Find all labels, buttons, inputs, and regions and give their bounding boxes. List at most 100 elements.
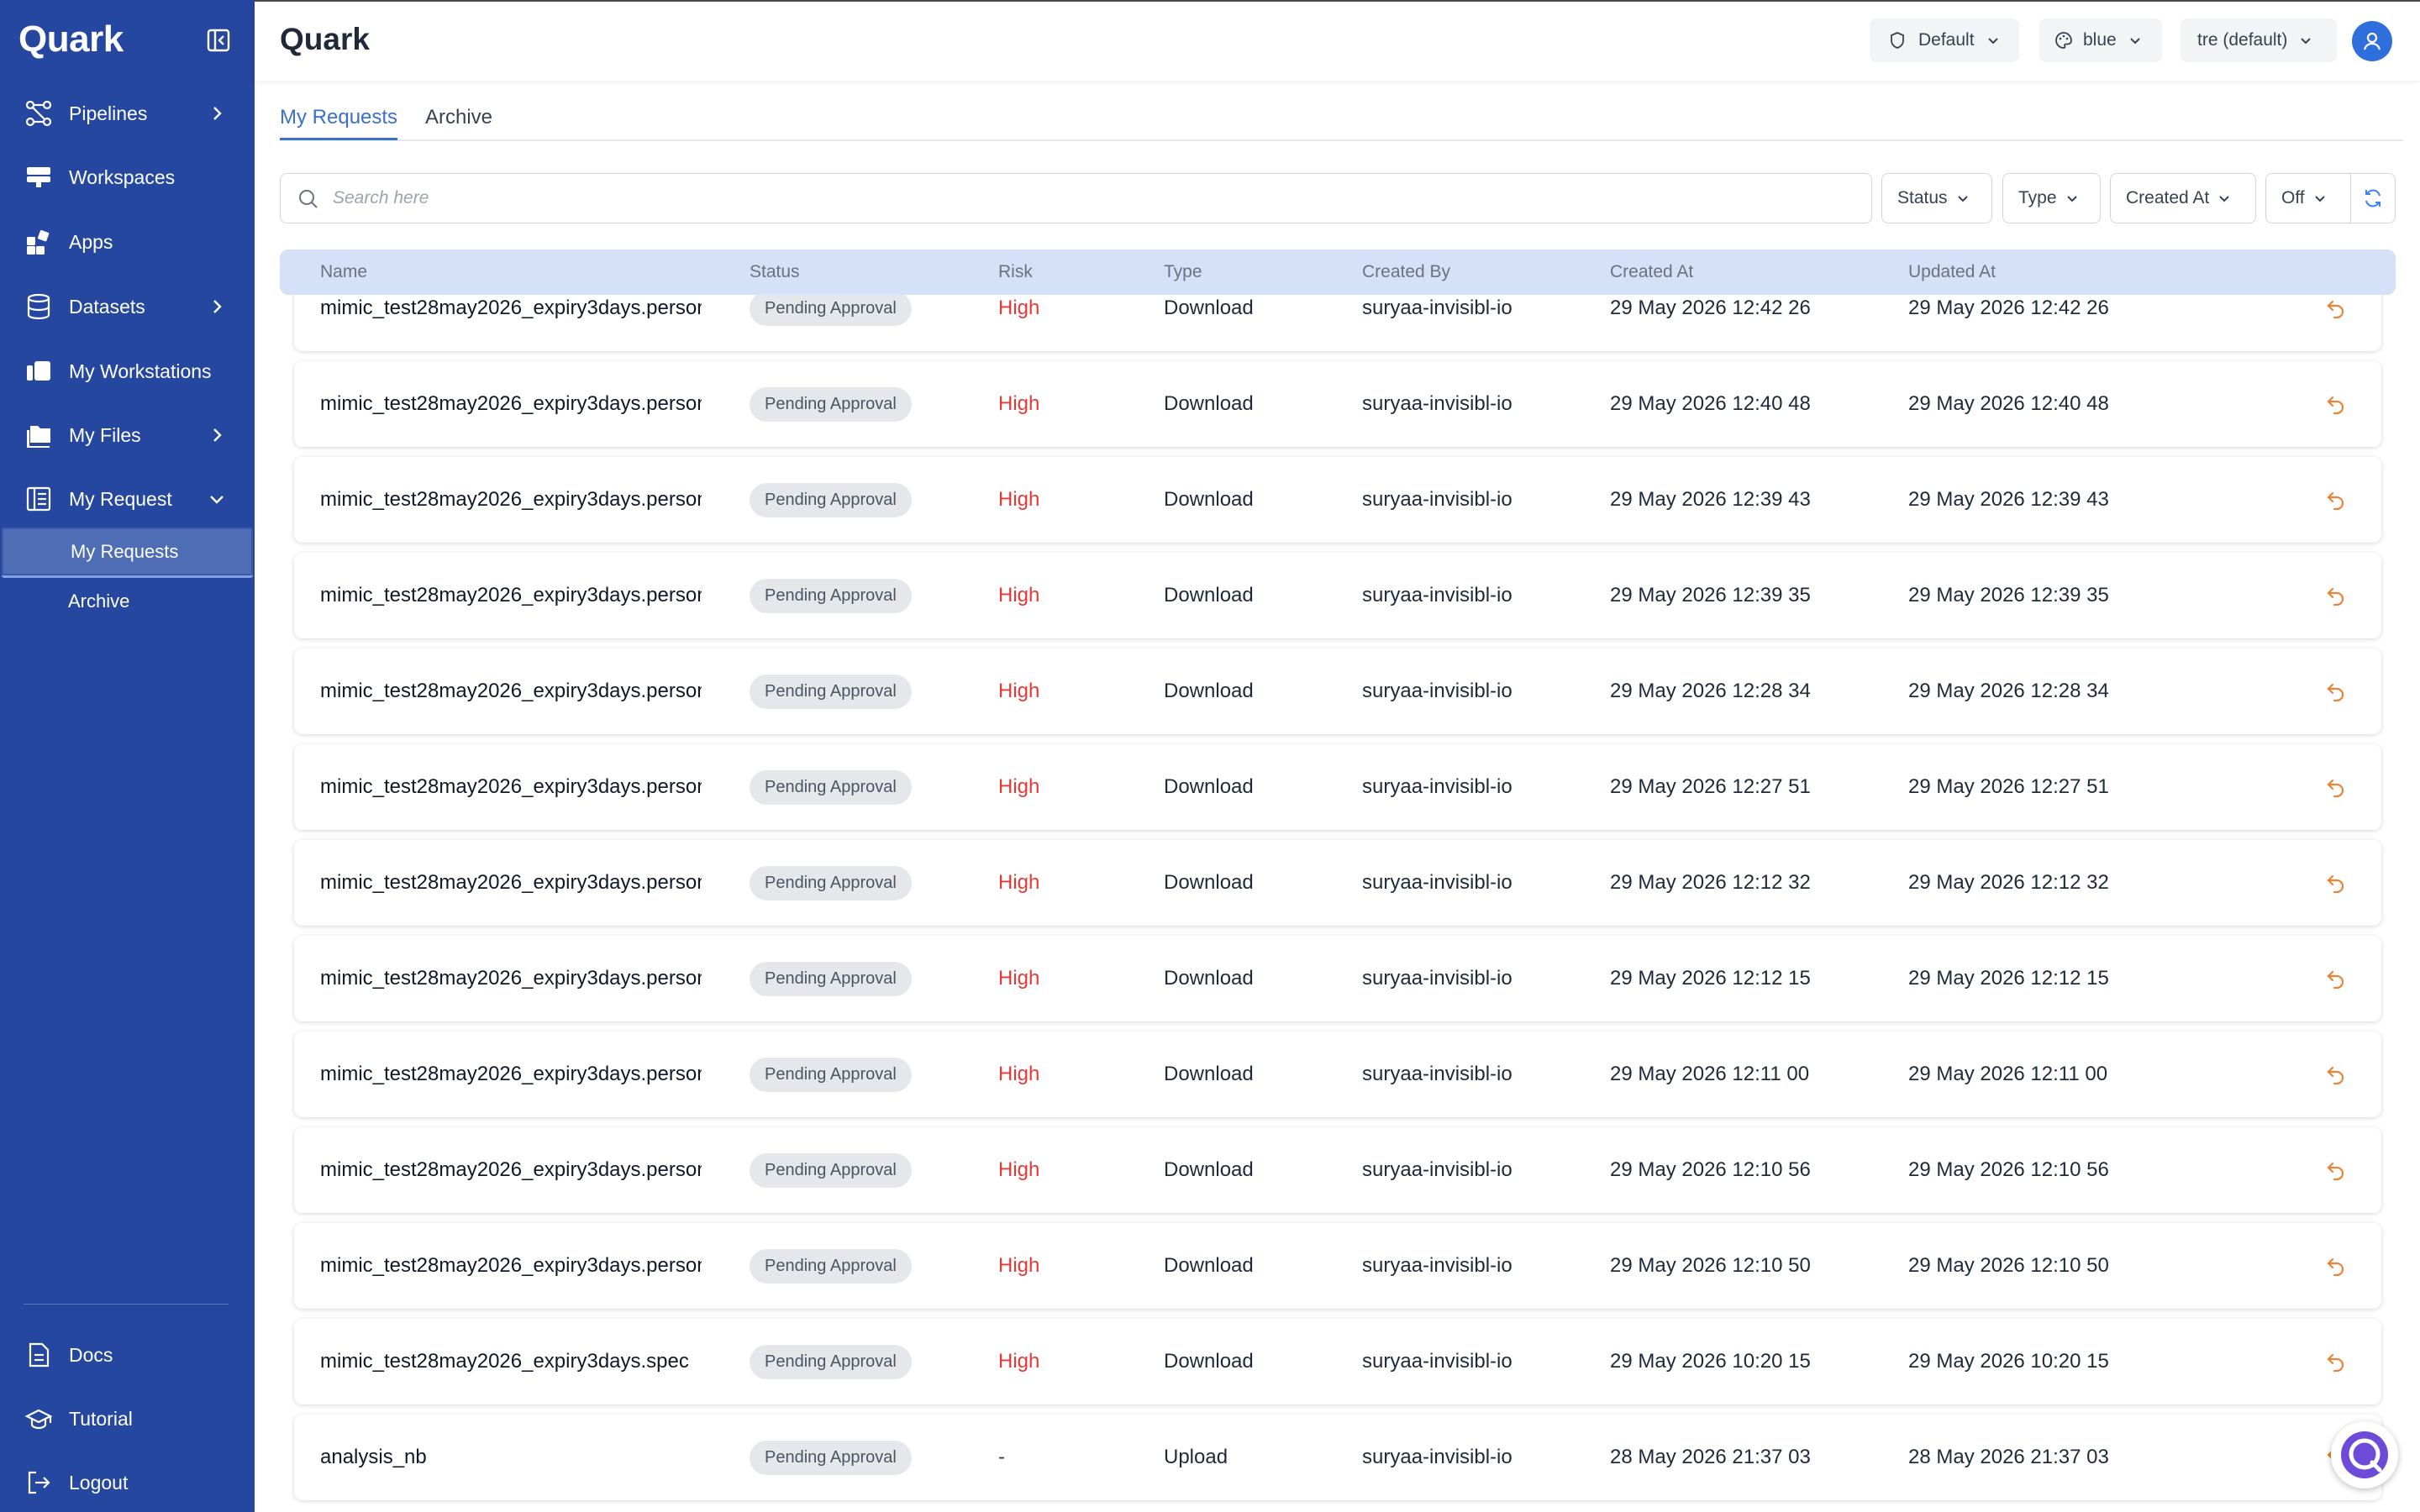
risk-level: High	[998, 680, 1040, 702]
table-row[interactable]: mimic_test28may2026_expiry3days.persona P…	[294, 1032, 2381, 1117]
status-cell: Pending Approval	[750, 1319, 912, 1404]
theme-select[interactable]: blue	[2039, 18, 2162, 62]
risk-level: -	[998, 1446, 1005, 1468]
withdraw-request-icon[interactable]	[2319, 744, 2353, 830]
workspaces-icon	[24, 162, 54, 192]
withdraw-request-icon[interactable]	[2319, 361, 2353, 447]
status-cell: Pending Approval	[750, 457, 912, 543]
updated-at: 29 May 2026 12:10 56	[1908, 1158, 2109, 1181]
risk-level: High	[998, 1063, 1040, 1085]
table-row[interactable]: mimic_test28may2026_expiry3days.persona P…	[294, 1223, 2381, 1309]
created-at: 29 May 2026 12:39 43	[1610, 488, 1811, 511]
table-row[interactable]: mimic_test28may2026_expiry3days.persona P…	[294, 1127, 2381, 1213]
created-by: suryaa-invisibl-io	[1362, 488, 1512, 511]
column-header-type[interactable]: Type	[1164, 262, 1202, 282]
withdraw-request-icon[interactable]	[2319, 1319, 2353, 1404]
request-type: Download	[1164, 871, 1254, 894]
withdraw-request-icon[interactable]	[2319, 840, 2353, 926]
table-row[interactable]: mimic_test28may2026_expiry3days.persona P…	[294, 457, 2381, 543]
created-by: suryaa-invisibl-io	[1362, 871, 1512, 894]
created-by: suryaa-invisibl-io	[1362, 680, 1512, 702]
table-row[interactable]: mimic_test28may2026_expiry3days.persona P…	[294, 361, 2381, 447]
withdraw-request-icon[interactable]	[2319, 457, 2353, 543]
request-type: Download	[1164, 488, 1254, 511]
status-badge: Pending Approval	[750, 674, 912, 709]
table-row[interactable]: mimic_test28may2026_expiry3days.spec Pend…	[294, 1319, 2381, 1404]
status-badge: Pending Approval	[750, 482, 912, 517]
request-name: mimic_test28may2026_expiry3days.persona	[320, 1254, 702, 1277]
sidebar-item-apps[interactable]: Apps	[0, 217, 255, 267]
table-row[interactable]: analysis_nb Pending Approval - Upload suryaa…	[294, 1415, 2381, 1500]
sidebar-item-label: Pipelines	[69, 102, 148, 124]
request-type: Download	[1164, 1254, 1254, 1277]
request-name: mimic_test28may2026_expiry3days.persona	[320, 392, 702, 415]
type-filter[interactable]: Type	[2002, 173, 2101, 223]
column-header-risk[interactable]: Risk	[998, 262, 1033, 282]
created-by: suryaa-invisibl-io	[1362, 775, 1512, 798]
shield-icon	[1891, 32, 1904, 49]
status-cell: Pending Approval	[750, 295, 912, 351]
project-select[interactable]: tre (default)	[2181, 18, 2337, 62]
user-avatar-icon[interactable]	[2352, 21, 2392, 61]
withdraw-request-icon[interactable]	[2319, 1032, 2353, 1117]
withdraw-request-icon[interactable]	[2319, 936, 2353, 1021]
tab-my-requests[interactable]: My Requests	[280, 106, 398, 140]
withdraw-request-icon[interactable]	[2319, 295, 2353, 351]
created-at-filter[interactable]: Created At	[2110, 173, 2256, 223]
created-by: suryaa-invisibl-io	[1362, 297, 1512, 319]
risk-level: High	[998, 1158, 1040, 1181]
status-badge: Pending Approval	[750, 1152, 912, 1188]
status-cell: Pending Approval	[750, 1223, 912, 1309]
risk-level: High	[998, 775, 1040, 798]
refresh-button[interactable]	[2350, 173, 2396, 223]
chevron-down-icon	[2219, 196, 2229, 202]
top-bar: Quark Default blue tre (default)	[255, 0, 2420, 81]
request-type: Download	[1164, 392, 1254, 415]
table-row[interactable]: mimic_test28may2026_expiry3days.persona P…	[294, 553, 2381, 638]
help-chat-button[interactable]	[2331, 1421, 2398, 1488]
status-filter[interactable]: Status	[1881, 173, 1992, 223]
withdraw-request-icon[interactable]	[2319, 648, 2353, 734]
column-header-created-at[interactable]: Created At	[1610, 262, 1693, 282]
created-by: suryaa-invisibl-io	[1362, 1063, 1512, 1085]
created-by: suryaa-invisibl-io	[1362, 1158, 1512, 1181]
created-at: 28 May 2026 21:37 03	[1610, 1446, 1811, 1468]
created-by: suryaa-invisibl-io	[1362, 1350, 1512, 1373]
created-by: suryaa-invisibl-io	[1362, 584, 1512, 606]
table-row[interactable]: mimic_test28may2026_expiry3days.persona P…	[294, 840, 2381, 926]
sidebar-item-workspaces[interactable]: Workspaces	[0, 152, 255, 202]
sidebar-item-pipelines[interactable]: Pipelines	[0, 88, 255, 139]
created-at: 29 May 2026 12:10 50	[1610, 1254, 1811, 1277]
tab-archive[interactable]: Archive	[425, 106, 492, 138]
brand-logo[interactable]: Quark	[18, 18, 124, 60]
withdraw-request-icon[interactable]	[2319, 1127, 2353, 1213]
table-row[interactable]: mimic_test28may2026_expiry3days.persona P…	[294, 936, 2381, 1021]
sidebar-collapse-icon[interactable]	[206, 28, 231, 53]
table-row[interactable]: mimic_test28may2026_expiry3days.persona P…	[294, 648, 2381, 734]
request-type: Download	[1164, 1063, 1254, 1085]
withdraw-request-icon[interactable]	[2319, 553, 2353, 638]
column-header-name[interactable]: Name	[320, 262, 367, 282]
chevron-down-icon	[1987, 38, 1998, 45]
request-name: mimic_test28may2026_expiry3days.spec	[320, 1350, 689, 1373]
status-filter-label: Status	[1897, 188, 1948, 207]
updated-at: 29 May 2026 12:12 32	[1908, 871, 2109, 894]
table-row[interactable]: mimic_test28may2026_expiry3days.persona P…	[294, 744, 2381, 830]
search-input[interactable]: Search here	[280, 173, 1872, 223]
type-filter-label: Type	[2018, 188, 2057, 207]
table-body: mimic_test28may2026_expiry3days.persona P…	[0, 295, 2420, 1512]
chevron-right-icon	[213, 107, 222, 120]
request-type: Download	[1164, 297, 1254, 319]
column-header-status[interactable]: Status	[750, 262, 800, 282]
auto-refresh-label: Off	[2281, 188, 2305, 207]
risk-level: High	[998, 871, 1040, 894]
table-row[interactable]: mimic_test28may2026_expiry3days.persona P…	[294, 295, 2381, 351]
org-select[interactable]: Default	[1870, 18, 2019, 62]
withdraw-request-icon[interactable]	[2319, 1223, 2353, 1309]
column-header-created-by[interactable]: Created By	[1362, 262, 1450, 282]
chevron-down-icon	[1957, 196, 1968, 202]
column-header-updated-at[interactable]: Updated At	[1908, 262, 1996, 282]
status-cell: Pending Approval	[750, 361, 912, 447]
auto-refresh-select[interactable]: Off	[2265, 173, 2351, 223]
updated-at: 29 May 2026 12:28 34	[1908, 680, 2109, 702]
